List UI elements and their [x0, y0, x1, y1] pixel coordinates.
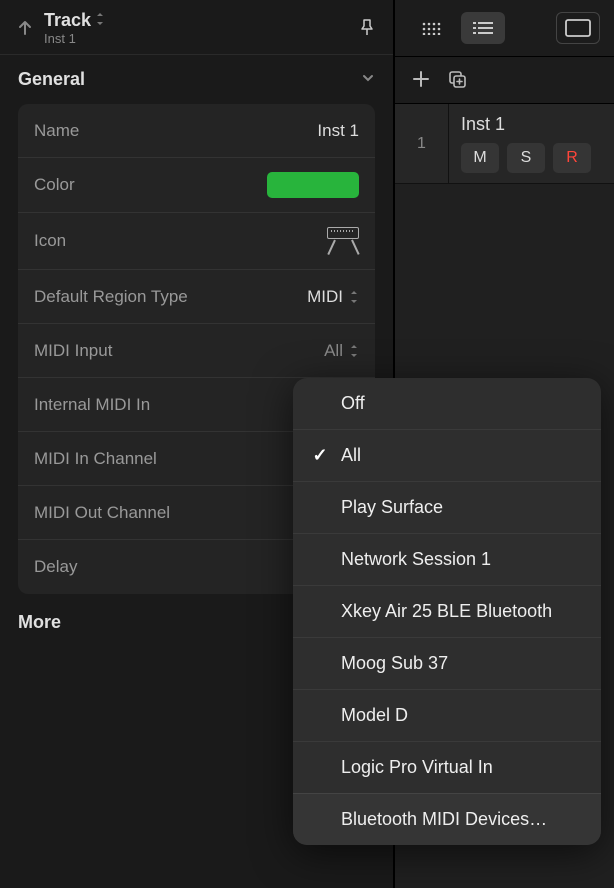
track-number: 1	[395, 104, 449, 183]
check-icon: ✓	[311, 445, 329, 466]
color-swatch[interactable]	[267, 172, 359, 198]
prop-name-value: Inst 1	[317, 121, 359, 141]
mute-button[interactable]: M	[461, 143, 499, 173]
grid-view-button[interactable]	[409, 12, 453, 44]
prop-icon[interactable]: Icon	[18, 213, 375, 270]
track-row[interactable]: 1 Inst 1 M S R	[395, 104, 614, 184]
menu-item-model-d[interactable]: Model D	[293, 690, 601, 742]
prop-color[interactable]: Color	[18, 158, 375, 213]
prop-midi-input[interactable]: MIDI Input All	[18, 324, 375, 378]
prop-region-type[interactable]: Default Region Type MIDI	[18, 270, 375, 324]
section-title: General	[18, 69, 85, 90]
updown-icon[interactable]	[95, 12, 105, 29]
track-name: Inst 1	[461, 114, 602, 135]
menu-item-play-surface[interactable]: Play Surface	[293, 482, 601, 534]
back-arrow-icon[interactable]	[14, 17, 36, 39]
inspector-title[interactable]: Track	[44, 10, 91, 31]
list-view-button[interactable]	[461, 12, 505, 44]
pin-icon[interactable]	[357, 17, 379, 39]
menu-item-all[interactable]: ✓ All	[293, 430, 601, 482]
add-track-button[interactable]	[411, 69, 433, 91]
duplicate-track-button[interactable]	[447, 69, 469, 91]
updown-icon	[349, 290, 359, 304]
menu-item-logic-virtual[interactable]: Logic Pro Virtual In	[293, 742, 601, 794]
chevron-down-icon	[361, 71, 375, 88]
inspector-subtitle: Inst 1	[44, 31, 357, 46]
solo-button[interactable]: S	[507, 143, 545, 173]
view-toolbar	[395, 0, 614, 57]
midi-input-menu: Off ✓ All Play Surface Network Session 1…	[293, 378, 601, 845]
keyboard-stand-icon	[327, 227, 359, 255]
menu-item-moog[interactable]: Moog Sub 37	[293, 638, 601, 690]
menu-item-network-session[interactable]: Network Session 1	[293, 534, 601, 586]
record-button[interactable]: R	[553, 143, 591, 173]
prop-region-type-value: MIDI	[307, 287, 343, 307]
menu-item-off[interactable]: Off	[293, 378, 601, 430]
updown-icon	[349, 344, 359, 358]
single-view-button[interactable]	[556, 12, 600, 44]
menu-item-bluetooth-devices[interactable]: Bluetooth MIDI Devices…	[293, 794, 601, 845]
track-actions-bar	[395, 57, 614, 104]
section-general-header[interactable]: General	[0, 55, 393, 104]
prop-midi-input-value: All	[324, 341, 343, 361]
prop-name[interactable]: Name Inst 1	[18, 104, 375, 158]
menu-item-xkey[interactable]: Xkey Air 25 BLE Bluetooth	[293, 586, 601, 638]
